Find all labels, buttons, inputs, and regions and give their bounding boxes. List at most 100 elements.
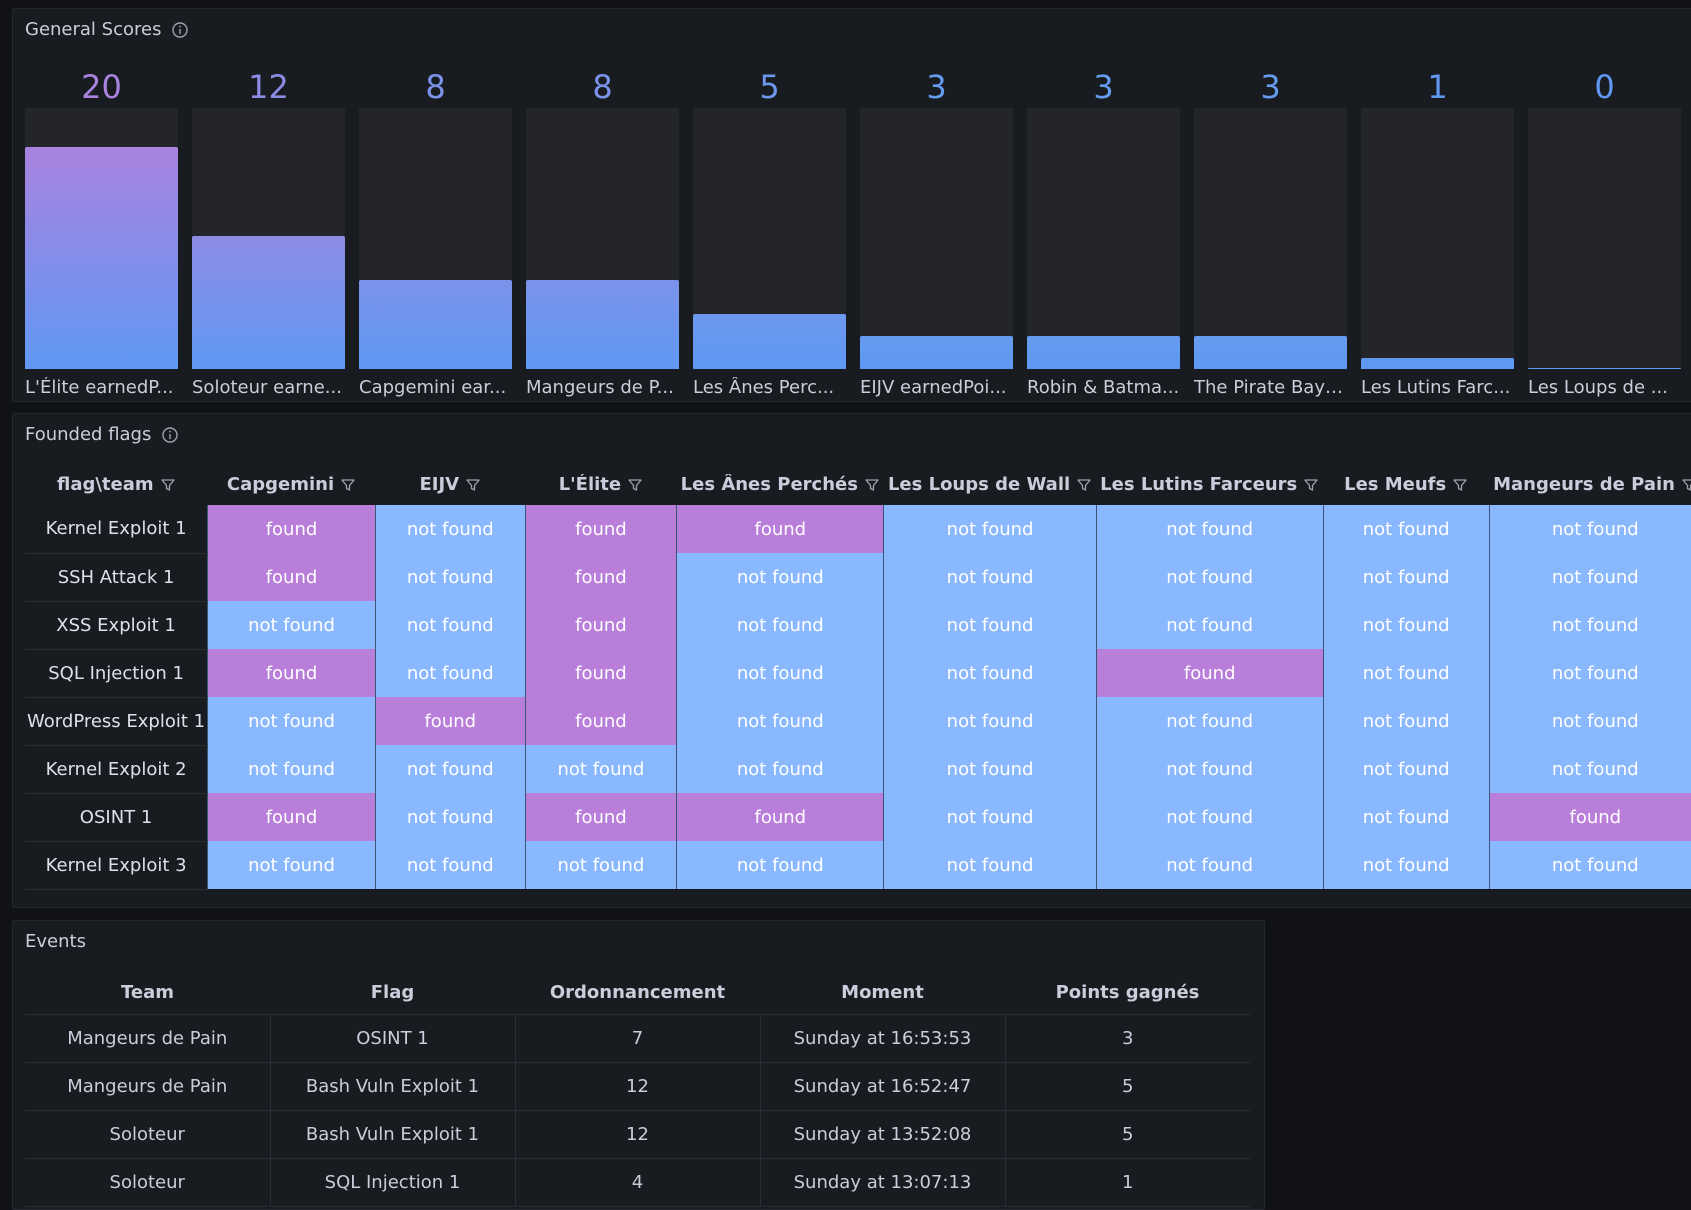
bar-gauge[interactable]: 3 The Pirate Bay ...: [1194, 57, 1347, 398]
column-header[interactable]: Les Meufs: [1323, 464, 1489, 505]
bar-gauge[interactable]: 0 Les Loups de ...: [1528, 57, 1681, 398]
bar-gauge[interactable]: 8 Capgemini ear...: [359, 57, 512, 398]
flag-status-cell: found: [207, 505, 376, 553]
column-header[interactable]: Flag: [270, 971, 515, 1015]
flag-status-cell: not found: [1322, 697, 1490, 745]
column-header-label: Les Meufs: [1344, 474, 1447, 495]
bar-gauge[interactable]: 5 Les Ânes Perc...: [693, 57, 846, 398]
column-header-label: flag\team: [56, 474, 154, 495]
column-header[interactable]: Points gagnés: [1005, 971, 1250, 1015]
general-scores-panel: General Scores 20 L'Élite earnedP... 12 Sol…: [12, 8, 1691, 402]
flag-status-cell: not found: [207, 841, 376, 889]
flag-status-cell: not found: [883, 505, 1097, 553]
bar-gauge[interactable]: 3 EIJV earnedPoi...: [860, 57, 1013, 398]
flag-status-cell: not found: [1322, 745, 1490, 793]
table-cell: 1: [1005, 1158, 1250, 1207]
flag-status-cell: not found: [676, 841, 884, 889]
gauge-label: Mangeurs de P...: [526, 377, 674, 398]
bar-gauge[interactable]: 12 Soloteur earne...: [192, 57, 345, 398]
column-header[interactable]: L'Élite: [525, 464, 676, 505]
filter-icon[interactable]: [1452, 477, 1468, 493]
filter-icon[interactable]: [465, 477, 481, 493]
filter-icon[interactable]: [340, 477, 356, 493]
table-cell: 12: [515, 1062, 761, 1111]
flag-status-cell: not found: [1095, 745, 1324, 793]
table-row: SQL Injection 1 found not found found not fo…: [25, 649, 1691, 698]
column-header[interactable]: Capgemini: [208, 464, 376, 505]
gauge-track: [860, 108, 1013, 369]
bar-gauge[interactable]: 20 L'Élite earnedP...: [25, 57, 178, 398]
gauge-label: The Pirate Bay ...: [1194, 377, 1347, 398]
flag-name-cell: Kernel Exploit 2: [25, 745, 208, 794]
column-header[interactable]: flag\team: [25, 464, 208, 505]
flags-table: flag\team Capgemini EIJV L'Élite Les Ânes Pe…: [25, 464, 1691, 890]
flag-name-cell: SSH Attack 1: [25, 553, 208, 602]
gauge-value: 12: [248, 68, 289, 106]
flag-status-cell: not found: [1095, 793, 1324, 841]
gauge-label: Les Lutins Farc...: [1361, 377, 1511, 398]
column-header[interactable]: Ordonnancement: [515, 971, 760, 1015]
flag-status-cell: not found: [374, 841, 526, 889]
flag-status-cell: not found: [1488, 505, 1691, 553]
panel-header[interactable]: Founded flags: [25, 424, 179, 445]
column-header[interactable]: Moment: [760, 971, 1005, 1015]
filter-icon[interactable]: [627, 477, 643, 493]
info-icon[interactable]: [171, 21, 189, 39]
table-row: OSINT 1 found not found found found not found…: [25, 793, 1691, 842]
gauge-value: 3: [1093, 68, 1114, 106]
table-row: XSS Exploit 1 not found not found found not …: [25, 601, 1691, 650]
flag-status-cell: not found: [207, 601, 376, 649]
filter-icon[interactable]: [1681, 477, 1691, 493]
filter-icon[interactable]: [1303, 477, 1319, 493]
gauge-label: Capgemini ear...: [359, 377, 507, 398]
gauge-value: 1: [1427, 68, 1448, 106]
column-header[interactable]: EIJV: [375, 464, 525, 505]
column-header[interactable]: Les Lutins Farceurs: [1096, 464, 1323, 505]
flag-status-cell: not found: [676, 649, 884, 697]
flag-status-cell: not found: [1322, 601, 1490, 649]
flag-status-cell: not found: [676, 697, 884, 745]
bar-gauge[interactable]: 8 Mangeurs de P...: [526, 57, 679, 398]
flag-status-cell: found: [676, 793, 884, 841]
founded-flags-panel: Founded flags flag\team Capgemini EIJV L'Él…: [12, 413, 1691, 908]
column-header[interactable]: Les Ânes Perchés: [677, 464, 884, 505]
table-row: WordPress Exploit 1 not found found found no…: [25, 697, 1691, 746]
info-icon[interactable]: [161, 426, 179, 444]
panel-title: General Scores: [25, 19, 162, 40]
flag-status-cell: not found: [1095, 841, 1324, 889]
filter-icon[interactable]: [160, 477, 176, 493]
filter-icon[interactable]: [1076, 477, 1092, 493]
gauge-fill: [1528, 368, 1681, 369]
bar-gauge[interactable]: 3 Robin & Batma...: [1027, 57, 1180, 398]
column-header[interactable]: Les Loups de Wall: [884, 464, 1096, 505]
table-cell: OSINT 1: [270, 1014, 516, 1063]
table-cell: Sunday at 16:52:47: [760, 1062, 1006, 1111]
column-header[interactable]: Mangeurs de Pain: [1489, 464, 1691, 505]
gauge-value: 5: [759, 68, 780, 106]
filter-icon[interactable]: [864, 477, 880, 493]
gauge-fill: [25, 147, 178, 369]
gauge-value: 3: [926, 68, 947, 106]
gauge-label: EIJV earnedPoi...: [860, 377, 1007, 398]
flag-name-cell: OSINT 1: [25, 793, 208, 842]
flag-status-cell: found: [207, 793, 376, 841]
gauge-label: Les Ânes Perc...: [693, 377, 835, 398]
table-row: Kernel Exploit 2 not found not found not fo…: [25, 745, 1691, 794]
panel-header[interactable]: General Scores: [25, 19, 189, 40]
gauge-value: 8: [592, 68, 613, 106]
panel-header[interactable]: Events: [25, 931, 86, 952]
gauge-value: 8: [425, 68, 446, 106]
flag-status-cell: not found: [374, 553, 526, 601]
gauge-label: Robin & Batma...: [1027, 377, 1180, 398]
flag-status-cell: not found: [883, 553, 1097, 601]
gauge-fill: [526, 280, 679, 369]
flag-name-cell: SQL Injection 1: [25, 649, 208, 698]
flag-name-cell: Kernel Exploit 1: [25, 505, 208, 554]
gauge-label: Soloteur earne...: [192, 377, 342, 398]
column-header[interactable]: Team: [25, 971, 270, 1015]
panel-title: Events: [25, 931, 86, 952]
column-header-label: Mangeurs de Pain: [1493, 474, 1675, 495]
flag-status-cell: not found: [1488, 601, 1691, 649]
gauge-fill: [192, 236, 345, 369]
bar-gauge[interactable]: 1 Les Lutins Farc...: [1361, 57, 1514, 398]
